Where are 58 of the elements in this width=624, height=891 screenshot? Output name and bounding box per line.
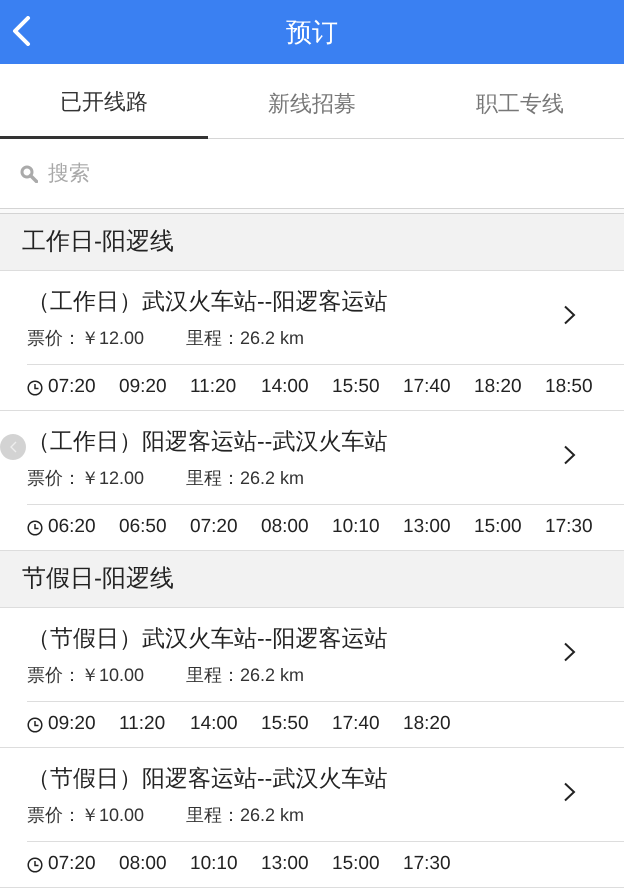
departure-time: 07:20 [48, 375, 97, 400]
group-title: 节假日-阳逻线 [22, 564, 174, 594]
departure-time: 06:20 [48, 515, 97, 540]
tab[interactable]: 新线招募 [208, 64, 416, 139]
clock-icon [27, 856, 43, 872]
departure-time: 09:20 [48, 712, 97, 736]
chevron-right-icon[interactable] [563, 782, 576, 802]
chevron-left-icon [10, 441, 16, 453]
distance: 里程：26.2 km [186, 327, 304, 350]
departure-time: 09:20 [119, 375, 168, 400]
search-field[interactable]: 搜索 [48, 154, 588, 194]
distance: 里程：26.2 km [186, 467, 304, 490]
departure-time: 17:30 [403, 852, 452, 876]
ticket-price: 票价：￥10.00 [27, 804, 146, 827]
departure-time: 15:00 [474, 515, 523, 540]
ticket-price: 票价：￥12.00 [27, 467, 146, 490]
departure-time: 07:20 [48, 852, 97, 876]
departure-time: 14:00 [261, 375, 310, 400]
departure-time: 14:00 [190, 712, 239, 736]
chevron-right-icon[interactable] [563, 304, 576, 324]
route-title: （节假日）阳逻客运站--武汉火车站 [27, 764, 388, 792]
departure-time: 10:10 [190, 852, 239, 876]
departure-time: 08:00 [261, 515, 310, 540]
distance: 里程：26.2 km [186, 664, 304, 687]
group-title: 工作日-阳逻线 [22, 227, 174, 257]
departure-time: 18:20 [403, 712, 452, 736]
departure-time: 07:20 [190, 515, 239, 540]
back-button[interactable] [10, 16, 32, 46]
page-title: 预订 [286, 19, 338, 45]
departure-time: 18:50 [545, 375, 594, 400]
departure-time: 15:50 [332, 375, 381, 400]
chevron-right-icon[interactable] [563, 642, 576, 662]
clock-icon [27, 380, 43, 396]
chevron-right-icon[interactable] [563, 444, 576, 464]
departure-time: 11:20 [190, 375, 238, 400]
departure-time: 17:40 [332, 712, 381, 736]
distance: 里程：26.2 km [186, 804, 304, 827]
departure-time: 08:00 [119, 852, 168, 876]
route-title: （工作日）阳逻客运站--武汉火车站 [27, 427, 388, 455]
route-title: （节假日）武汉火车站--阳逻客运站 [27, 624, 388, 652]
departure-time: 15:50 [261, 712, 310, 736]
ticket-price: 票价：￥12.00 [27, 327, 146, 350]
departure-time: 06:50 [119, 515, 168, 540]
departure-time: 13:00 [261, 852, 310, 876]
route-title: （工作日）武汉火车站--阳逻客运站 [27, 287, 388, 315]
departure-time: 11:20 [119, 712, 166, 736]
departure-time: 18:20 [474, 375, 523, 400]
clock-icon [27, 520, 43, 536]
tab[interactable]: 职工专线 [416, 64, 624, 139]
departure-time: 10:10 [332, 515, 381, 540]
departure-time: 17:30 [545, 515, 594, 540]
departure-time: 17:40 [403, 375, 452, 400]
ticket-price: 票价：￥10.00 [27, 664, 146, 687]
clock-icon [27, 716, 43, 732]
departure-time: 15:00 [332, 852, 381, 876]
search-icon [20, 164, 38, 182]
chevron-left-icon [11, 16, 31, 46]
departure-time: 13:00 [403, 515, 452, 540]
